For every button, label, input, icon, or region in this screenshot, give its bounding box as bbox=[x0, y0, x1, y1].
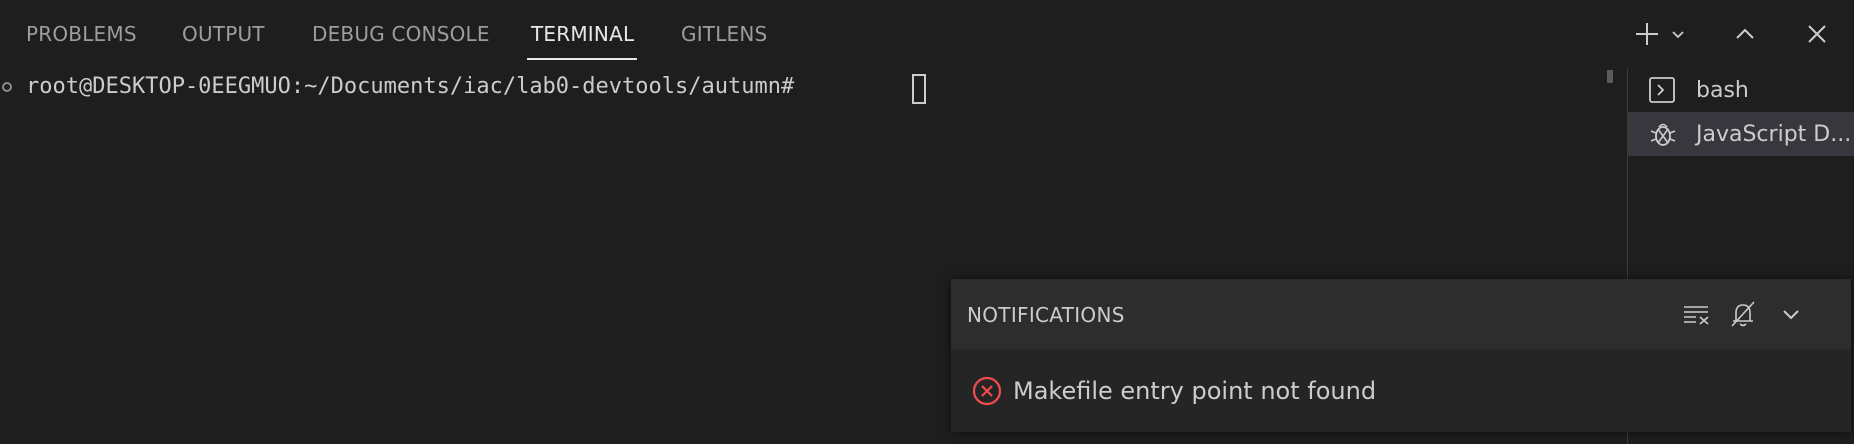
tab-problems[interactable]: PROBLEMS bbox=[26, 22, 137, 46]
error-icon bbox=[971, 375, 1003, 411]
terminal-scrollbar[interactable] bbox=[1607, 70, 1613, 83]
command-decoration-icon[interactable] bbox=[2, 82, 12, 92]
clear-all-icon bbox=[1684, 306, 1709, 325]
debug-icon bbox=[1628, 119, 1688, 149]
plus-icon bbox=[1636, 23, 1658, 45]
chevron-down-icon bbox=[1672, 31, 1684, 39]
do-not-disturb-button[interactable] bbox=[1725, 295, 1761, 333]
maximize-panel-button[interactable] bbox=[1728, 14, 1762, 54]
notification-header-title: NOTIFICATIONS bbox=[967, 303, 1125, 327]
active-tab-indicator bbox=[527, 58, 637, 60]
hide-notifications-button[interactable] bbox=[1773, 295, 1809, 333]
new-terminal-button[interactable] bbox=[1630, 14, 1664, 54]
close-panel-button[interactable] bbox=[1800, 14, 1834, 54]
terminal-list-label: bash bbox=[1696, 77, 1749, 103]
terminal-cursor bbox=[912, 74, 926, 104]
chevron-down-icon bbox=[1783, 310, 1799, 320]
bell-slash-icon bbox=[1731, 301, 1755, 327]
terminal-icon bbox=[1628, 76, 1688, 104]
notification-header: NOTIFICATIONS bbox=[951, 279, 1851, 349]
chevron-up-icon bbox=[1736, 28, 1754, 39]
terminal-list-item-bash[interactable]: bash bbox=[1628, 68, 1854, 112]
clear-all-notifications-button[interactable] bbox=[1679, 295, 1715, 333]
notification-center: NOTIFICATIONS Makefile entry point not f… bbox=[951, 279, 1851, 432]
terminal-list-item-javascript-debug[interactable]: JavaScript D... bbox=[1628, 112, 1854, 156]
tab-output[interactable]: OUTPUT bbox=[182, 22, 265, 46]
close-icon bbox=[1808, 25, 1826, 43]
notification-message: Makefile entry point not found bbox=[1013, 377, 1377, 405]
panel-tab-bar: PROBLEMS OUTPUT DEBUG CONSOLE TERMINAL G… bbox=[0, 0, 1854, 68]
tab-gitlens[interactable]: GITLENS bbox=[681, 22, 767, 46]
tab-terminal[interactable]: TERMINAL bbox=[531, 22, 634, 46]
launch-profile-button[interactable] bbox=[1664, 14, 1692, 54]
notification-item[interactable]: Makefile entry point not found bbox=[951, 349, 1851, 432]
terminal-list-label: JavaScript D... bbox=[1696, 121, 1852, 147]
tab-debug-console[interactable]: DEBUG CONSOLE bbox=[312, 22, 490, 46]
terminal-prompt: root@DESKTOP-0EEGMUO:~/Documents/iac/lab… bbox=[26, 74, 808, 99]
